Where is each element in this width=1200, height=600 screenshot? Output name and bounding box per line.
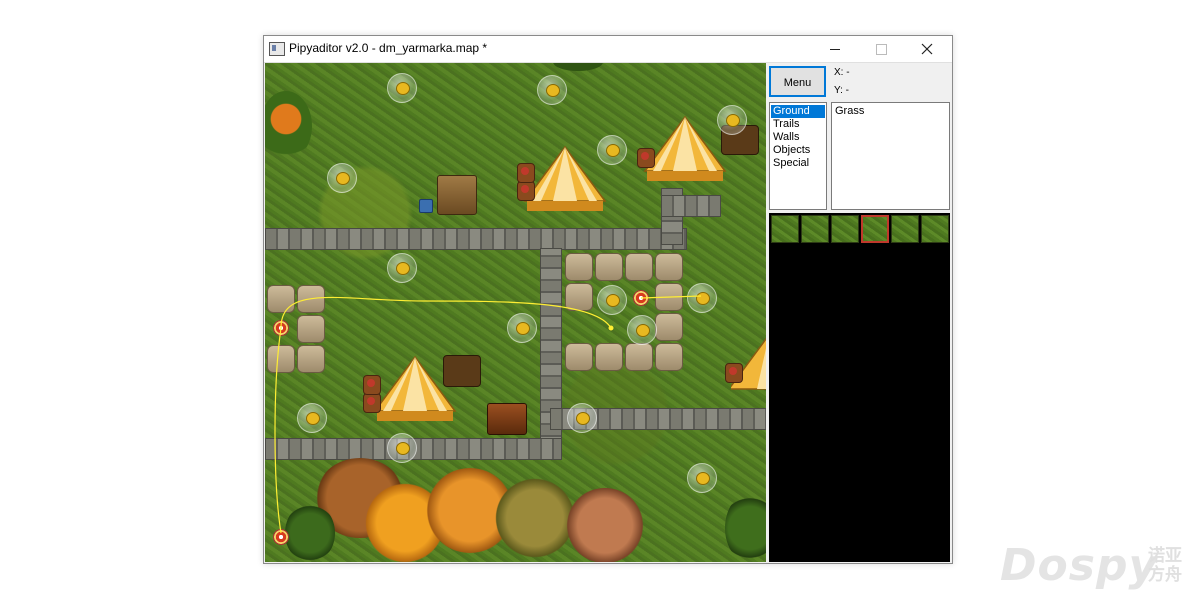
app-icon <box>269 42 285 56</box>
watermark-cn: 诺亚方舟 <box>1148 546 1182 585</box>
type-item-grass[interactable]: Grass <box>835 105 946 117</box>
type-list[interactable]: Grass <box>831 102 950 210</box>
palette-tile[interactable] <box>831 215 859 243</box>
maximize-button[interactable] <box>858 36 904 62</box>
palette-tile[interactable] <box>771 215 799 243</box>
category-item-special[interactable]: Special <box>771 157 825 170</box>
minimize-button[interactable] <box>812 36 858 62</box>
palette-tile[interactable] <box>891 215 919 243</box>
palette-tile-selected[interactable] <box>861 215 889 243</box>
close-button[interactable] <box>904 36 950 62</box>
tile-palette[interactable] <box>769 213 950 562</box>
map-canvas[interactable] <box>265 63 766 562</box>
palette-tile[interactable] <box>921 215 949 243</box>
maximize-icon <box>876 44 887 55</box>
trajectory-lines <box>274 295 702 534</box>
menu-button[interactable]: Menu <box>769 66 826 97</box>
watermark-logo: Dospy <box>1000 540 1159 591</box>
coord-y-readout: Y: - <box>834 85 850 96</box>
minimize-icon <box>830 49 840 50</box>
category-item-ground[interactable]: Ground <box>771 105 825 118</box>
editor-window: Pipyaditor v2.0 - dm_yarmarka.map * Menu… <box>263 35 953 564</box>
close-icon <box>921 43 933 55</box>
category-list[interactable]: Ground Trails Walls Objects Special <box>769 102 827 210</box>
category-item-objects[interactable]: Objects <box>771 144 825 157</box>
category-item-walls[interactable]: Walls <box>771 131 825 144</box>
title-bar[interactable]: Pipyaditor v2.0 - dm_yarmarka.map * <box>264 36 952 63</box>
category-item-trails[interactable]: Trails <box>771 118 825 131</box>
palette-tile[interactable] <box>801 215 829 243</box>
window-title: Pipyaditor v2.0 - dm_yarmarka.map * <box>289 41 488 55</box>
coord-x-readout: X: - <box>834 67 850 78</box>
